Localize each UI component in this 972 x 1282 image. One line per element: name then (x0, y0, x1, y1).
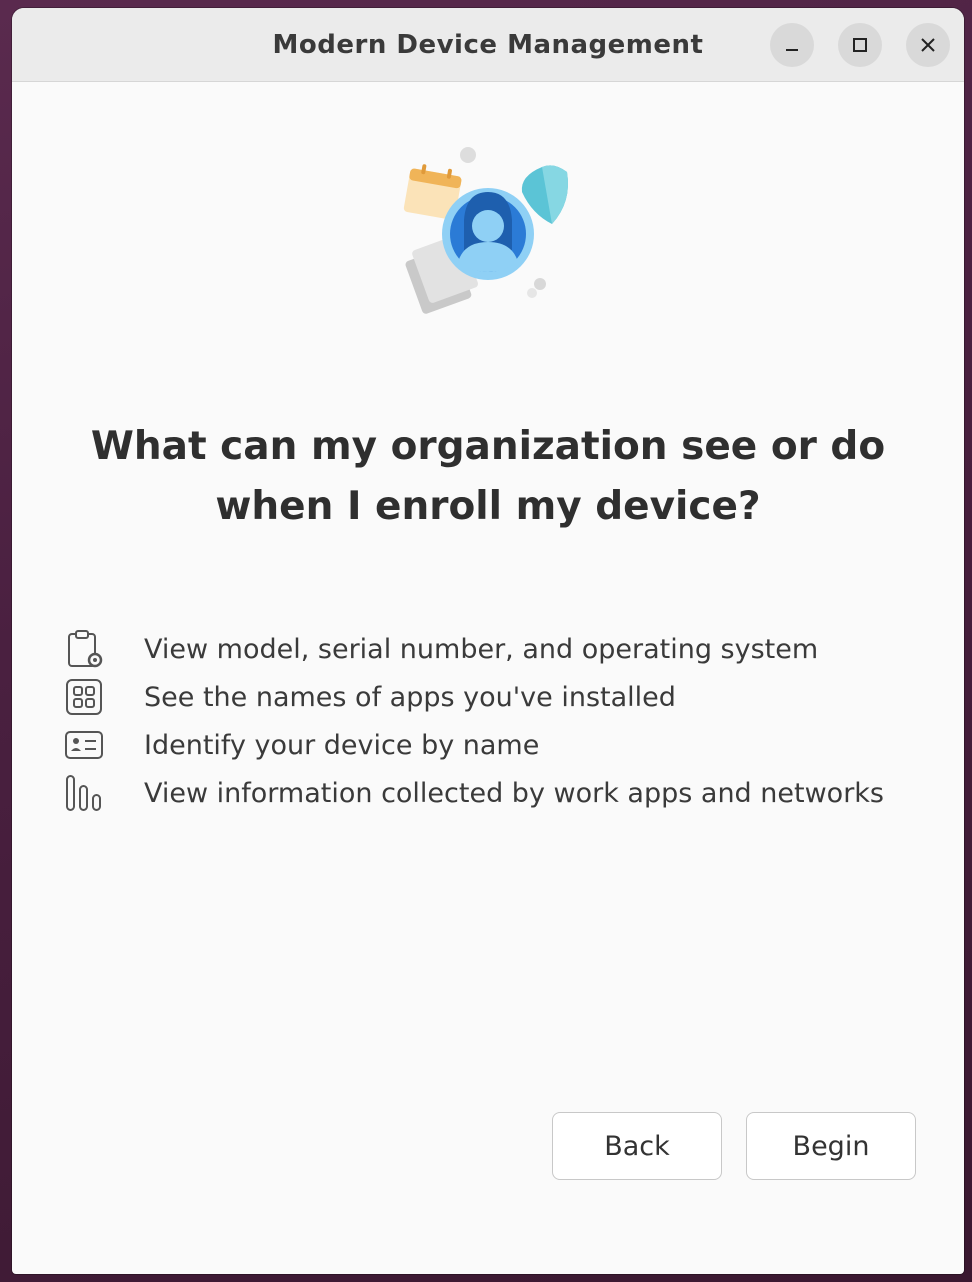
main-content: What can my organization see or do when … (12, 82, 964, 1274)
minimize-icon (786, 49, 798, 51)
app-window: Modern Device Management What can my org… (12, 8, 964, 1274)
maximize-button[interactable] (838, 23, 882, 67)
device-enrollment-illustration-icon (403, 147, 568, 314)
title-bar[interactable]: Modern Device Management (12, 8, 964, 82)
list-item: Identify your device by name (64, 721, 884, 769)
window-title: Modern Device Management (272, 30, 704, 60)
minimize-button[interactable] (770, 23, 814, 67)
back-button[interactable]: Back (552, 1112, 722, 1180)
list-item: View model, serial number, and operating… (64, 625, 884, 673)
list-item: See the names of apps you've installed (64, 673, 884, 721)
page-heading: What can my organization see or do when … (52, 417, 924, 537)
bar-chart-icon (64, 773, 104, 813)
list-item-label: See the names of apps you've installed (144, 681, 676, 713)
clipboard-gear-icon (64, 629, 104, 669)
id-card-icon (64, 725, 104, 765)
apps-grid-icon (64, 677, 104, 717)
list-item: View information collected by work apps … (64, 769, 884, 817)
heading-line-1: What can my organization see or do (90, 424, 886, 469)
begin-button[interactable]: Begin (746, 1112, 916, 1180)
close-icon (921, 38, 935, 52)
list-item-label: View information collected by work apps … (144, 777, 884, 809)
heading-line-2: when I enroll my device? (215, 484, 761, 529)
permissions-list: View model, serial number, and operating… (64, 625, 884, 817)
list-item-label: View model, serial number, and operating… (144, 633, 819, 665)
maximize-icon (853, 38, 867, 52)
list-item-label: Identify your device by name (144, 729, 540, 761)
close-button[interactable] (906, 23, 950, 67)
